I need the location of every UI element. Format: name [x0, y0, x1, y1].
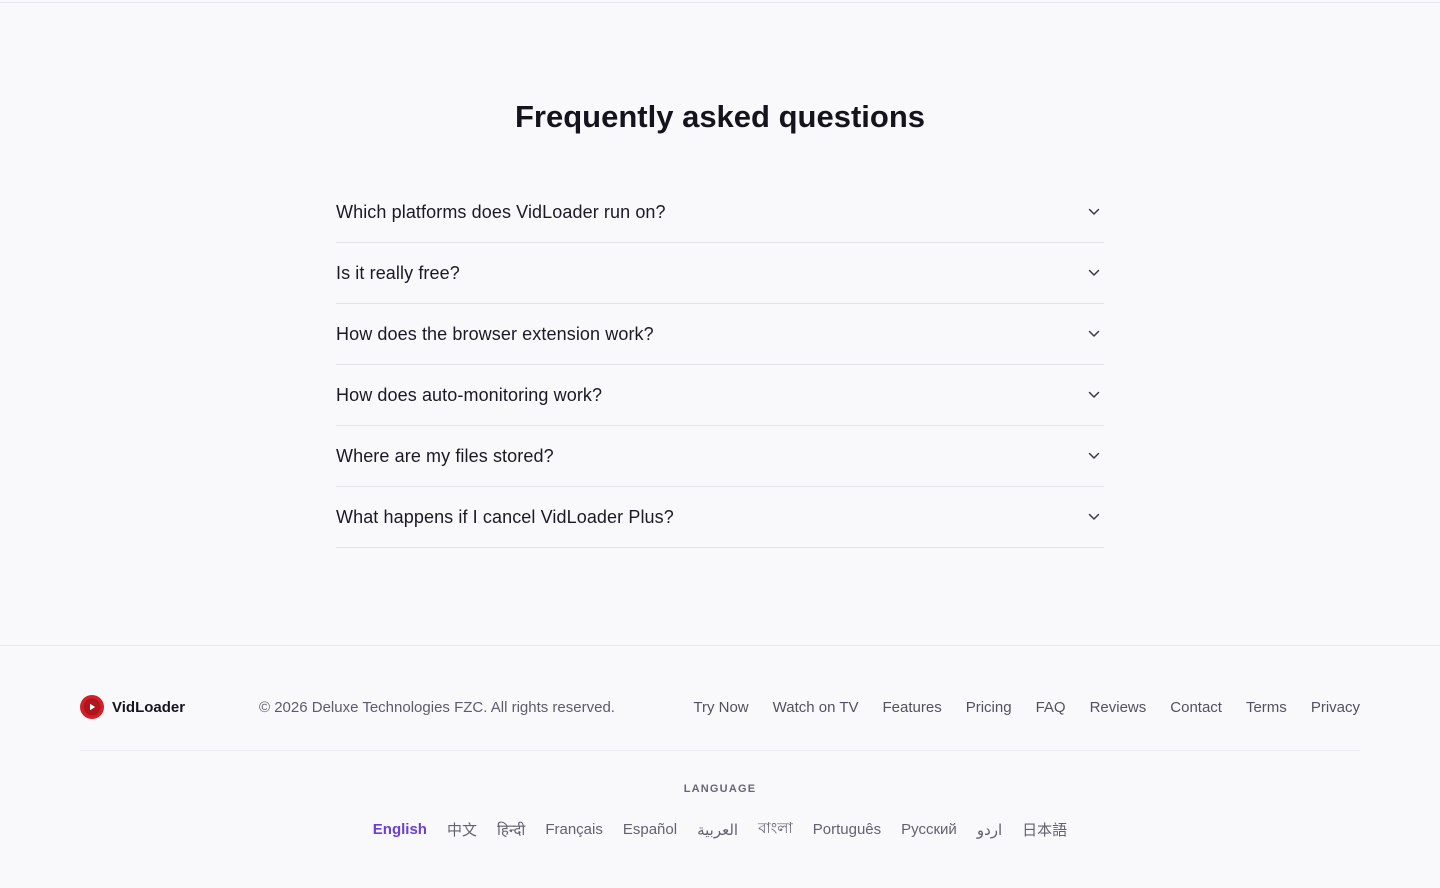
top-divider	[0, 2, 1440, 3]
faq-item[interactable]: Which platforms does VidLoader run on?	[336, 182, 1104, 243]
footer-link-try-now[interactable]: Try Now	[693, 699, 748, 716]
footer-link-pricing[interactable]: Pricing	[966, 699, 1012, 716]
faq-item[interactable]: How does the browser extension work?	[336, 304, 1104, 365]
chevron-down-icon	[1086, 265, 1102, 281]
chevron-down-icon	[1086, 326, 1102, 342]
language-option-urdu[interactable]: اردو	[977, 821, 1002, 839]
faq-item[interactable]: Is it really free?	[336, 243, 1104, 304]
faq-item[interactable]: Where are my files stored?	[336, 426, 1104, 487]
language-option-russian[interactable]: Русский	[901, 821, 957, 838]
language-switcher: English 中文 हिन्दी Français Español العرب…	[0, 817, 1440, 842]
footer-link-faq[interactable]: FAQ	[1036, 699, 1066, 716]
chevron-down-icon	[1086, 204, 1102, 220]
brand-name: VidLoader	[112, 698, 186, 716]
faq-question: Is it really free?	[336, 262, 460, 283]
faq-question: Where are my files stored?	[336, 445, 554, 466]
language-heading: LANGUAGE	[683, 783, 757, 795]
faq-question: Which platforms does VidLoader run on?	[336, 201, 666, 222]
footer-link-reviews[interactable]: Reviews	[1090, 699, 1147, 716]
footer-link-features[interactable]: Features	[883, 699, 942, 716]
footer-link-watch-on-tv[interactable]: Watch on TV	[773, 699, 859, 716]
faq-item[interactable]: What happens if I cancel VidLoader Plus?	[336, 487, 1104, 548]
faq-question: How does the browser extension work?	[336, 323, 654, 344]
copyright-text: © 2026 Deluxe Technologies FZC. All righ…	[259, 698, 615, 716]
footer-main-row: VidLoader © 2026 Deluxe Technologies FZC…	[80, 690, 1360, 724]
chevron-down-icon	[1086, 509, 1102, 525]
footer-brand[interactable]: VidLoader	[80, 695, 259, 719]
faq-title: Frequently asked questions	[515, 99, 925, 134]
language-option-hindi[interactable]: हिन्दी	[497, 820, 525, 840]
footer-link-contact[interactable]: Contact	[1170, 699, 1222, 716]
site-footer: VidLoader © 2026 Deluxe Technologies FZC…	[0, 645, 1440, 888]
language-option-arabic[interactable]: العربية	[697, 821, 738, 839]
footer-link-privacy[interactable]: Privacy	[1311, 699, 1360, 716]
language-option-french[interactable]: Français	[545, 821, 603, 838]
chevron-down-icon	[1086, 448, 1102, 464]
play-logo-icon	[80, 695, 104, 719]
faq-list: Which platforms does VidLoader run on? I…	[336, 182, 1104, 548]
footer-nav: Try Now Watch on TV Features Pricing FAQ…	[669, 699, 1360, 716]
language-option-portuguese[interactable]: Português	[813, 821, 881, 838]
footer-link-terms[interactable]: Terms	[1246, 699, 1287, 716]
chevron-down-icon	[1086, 387, 1102, 403]
faq-question: What happens if I cancel VidLoader Plus?	[336, 506, 674, 527]
language-option-english[interactable]: English	[373, 821, 427, 838]
language-option-bengali[interactable]: বাংলা	[758, 817, 793, 842]
footer-divider	[80, 750, 1360, 751]
language-option-chinese[interactable]: 中文	[447, 819, 477, 840]
language-option-japanese[interactable]: 日本語	[1022, 819, 1067, 840]
faq-item[interactable]: How does auto-monitoring work?	[336, 365, 1104, 426]
language-option-spanish[interactable]: Español	[623, 821, 677, 838]
faq-question: How does auto-monitoring work?	[336, 384, 603, 405]
